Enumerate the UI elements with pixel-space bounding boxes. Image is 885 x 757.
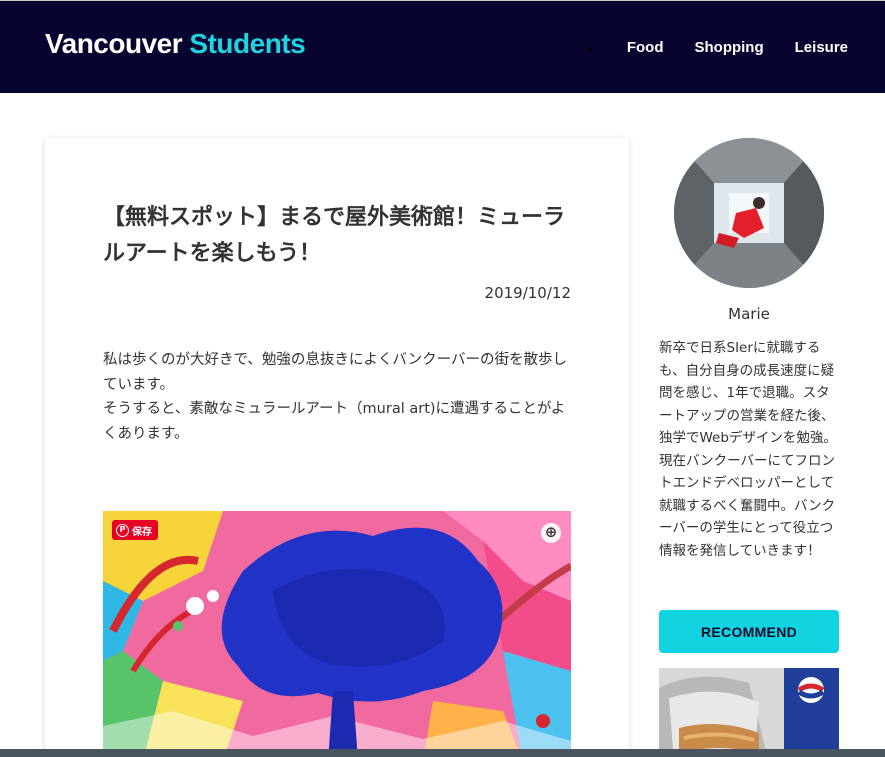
article-paragraph: そうすると、素敵なミュラールアート（mural art)に遭遇することがよくあり…: [103, 401, 566, 442]
recommend-button[interactable]: RECOMMEND: [659, 610, 839, 653]
nav-item-shopping[interactable]: Shopping: [694, 39, 763, 56]
nav-dot: [588, 47, 592, 51]
nav-item-leisure[interactable]: Leisure: [795, 39, 848, 56]
author-avatar: [674, 138, 824, 288]
author-name: Marie: [728, 305, 770, 323]
pinterest-save-label: 保存: [132, 526, 152, 538]
site-logo[interactable]: Vancouver Students: [45, 28, 306, 60]
article-date: 2019/10/12: [484, 284, 571, 302]
author-photo: [674, 138, 824, 288]
mural-image: P 保存 ⊕: [103, 511, 571, 757]
article-title: 【無料スポット】まるで屋外美術館！ミューラルアートを楽しもう！: [103, 205, 566, 266]
nav-item-food[interactable]: Food: [627, 39, 664, 56]
pinterest-save-button[interactable]: P 保存: [112, 520, 158, 540]
pinterest-icon: P: [116, 523, 129, 537]
main-nav: Food Shopping Leisure: [627, 39, 848, 56]
article-card: 【無料スポット】まるで屋外美術館！ミューラルアートを楽しもう！ 2019/10/…: [45, 138, 629, 757]
site-header: Vancouver Students Food Shopping Leisure: [0, 0, 885, 93]
logo-accent-text: Students: [189, 28, 306, 59]
recommend-thumbnail[interactable]: [659, 668, 839, 757]
article-paragraph: 私は歩くのが大好きで、勉強の息抜きによくバンクーバーの街を散歩しています。: [103, 352, 567, 393]
recommend-photo: [659, 668, 839, 757]
bottom-strip: [0, 749, 885, 757]
article-body: 私は歩くのが大好きで、勉強の息抜きによくバンクーバーの街を散歩しています。 そう…: [103, 348, 573, 446]
logo-main-text: Vancouver: [45, 28, 183, 59]
mural-artwork: [103, 511, 571, 757]
expand-icon[interactable]: ⊕: [541, 523, 561, 543]
author-bio: 新卒で日系SIerに就職するも、自分自身の成長速度に疑問を感じ、1年で退職。スタ…: [659, 340, 837, 559]
